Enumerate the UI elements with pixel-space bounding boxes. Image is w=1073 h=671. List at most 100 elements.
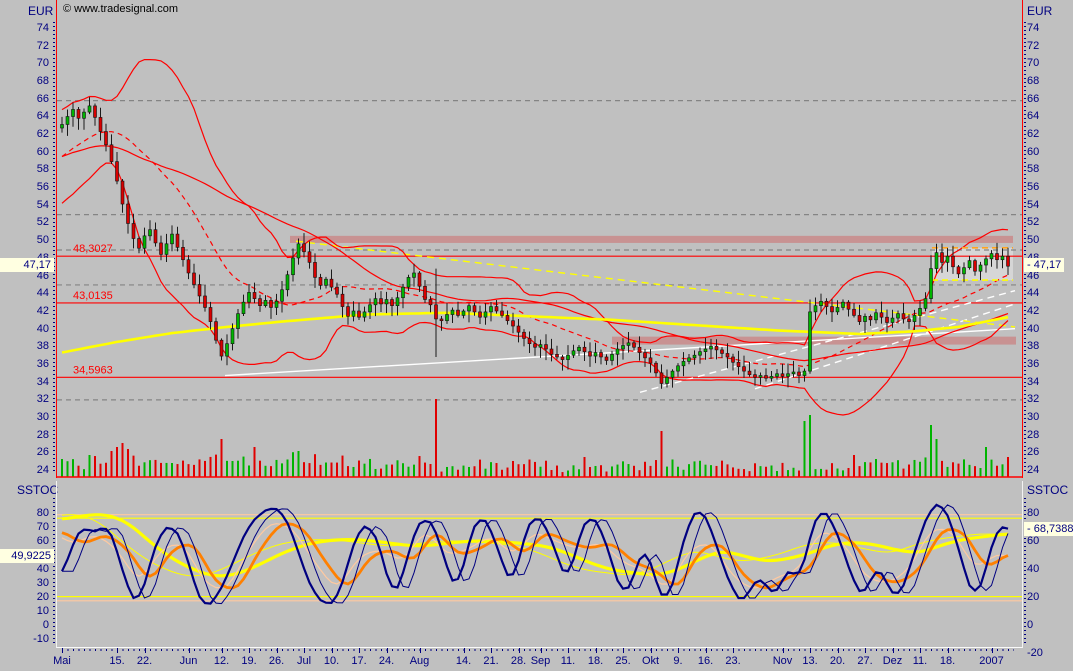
date-axis-minor-ticks bbox=[62, 649, 1014, 651]
volume-bar bbox=[259, 461, 261, 477]
candle-down bbox=[259, 299, 262, 306]
volume-bar bbox=[793, 468, 795, 477]
volume-bar bbox=[358, 461, 360, 477]
volume-bar bbox=[199, 459, 201, 477]
candle-up bbox=[594, 353, 597, 357]
stochastic-chart-area[interactable] bbox=[56, 481, 1023, 648]
candle-down bbox=[743, 367, 746, 371]
candle-down bbox=[655, 363, 658, 373]
volume-bar bbox=[672, 459, 674, 477]
date-major-tick bbox=[189, 648, 190, 653]
candle-up bbox=[622, 345, 625, 349]
axis-tick-label: 44 bbox=[3, 287, 49, 299]
candle-up bbox=[413, 273, 416, 277]
volume-bar bbox=[248, 465, 250, 477]
candle-down bbox=[358, 311, 361, 317]
date-label: Mai bbox=[53, 655, 71, 667]
axis-tick-label: 40 bbox=[3, 563, 49, 575]
candle-down bbox=[341, 294, 344, 306]
date-label: 12. bbox=[214, 655, 229, 667]
axis-tick-label: 32 bbox=[1027, 393, 1073, 405]
date-major-tick bbox=[519, 648, 520, 653]
candle-down bbox=[127, 204, 130, 223]
axis-tick-label: 62 bbox=[3, 128, 49, 140]
candle-down bbox=[330, 279, 333, 287]
volume-bar bbox=[94, 456, 96, 477]
volume-bar bbox=[408, 467, 410, 477]
date-label: 11. bbox=[561, 655, 575, 667]
axis-tick-label: 38 bbox=[3, 340, 49, 352]
candle-up bbox=[913, 315, 916, 321]
volume-bar bbox=[1007, 457, 1009, 477]
candle-up bbox=[402, 287, 405, 298]
volume-bar bbox=[705, 465, 707, 477]
candle-up bbox=[699, 352, 702, 356]
candle-down bbox=[523, 332, 526, 338]
candle-down bbox=[781, 374, 784, 377]
candle-up bbox=[968, 261, 971, 268]
axis-tick-label: 50 bbox=[1027, 234, 1073, 246]
candle-up bbox=[396, 298, 399, 306]
volume-bar bbox=[380, 469, 382, 477]
candle-up bbox=[248, 292, 251, 302]
candle-up bbox=[572, 351, 575, 355]
price-axis-ticks-left bbox=[53, 22, 55, 474]
date-major-tick bbox=[387, 648, 388, 653]
candle-down bbox=[644, 353, 647, 358]
candle-up bbox=[803, 371, 806, 375]
candle-down bbox=[198, 284, 201, 295]
volume-bar bbox=[221, 439, 223, 477]
axis-tick-label: 60 bbox=[3, 146, 49, 158]
volume-bar bbox=[529, 460, 531, 477]
axis-tick-label: 0 bbox=[1027, 619, 1073, 631]
date-label: 18. bbox=[940, 655, 955, 667]
volume-bar bbox=[864, 462, 866, 477]
candle-down bbox=[418, 273, 421, 286]
axis-tick-label: 68 bbox=[3, 75, 49, 87]
candle-up bbox=[704, 349, 707, 352]
volume-bar bbox=[342, 456, 344, 477]
volume-bar bbox=[182, 461, 184, 477]
candle-down bbox=[132, 223, 135, 238]
axis-tick-label: 24 bbox=[3, 464, 49, 476]
date-axis[interactable]: Mai15.22.Jun12.19.26.Jul10.17.24.Aug14.2… bbox=[0, 648, 1073, 671]
candle-up bbox=[567, 355, 570, 359]
volume-bar bbox=[694, 461, 696, 477]
candle-down bbox=[649, 358, 652, 363]
volume-bar bbox=[188, 464, 190, 477]
date-label: 25. bbox=[615, 655, 630, 667]
candle-down bbox=[952, 256, 955, 267]
candle-up bbox=[682, 361, 685, 365]
date-label: 17. bbox=[351, 655, 366, 667]
candle-down bbox=[869, 316, 872, 320]
candle-down bbox=[847, 302, 850, 309]
axis-tick-label: 60 bbox=[3, 535, 49, 547]
volume-bar bbox=[661, 431, 663, 477]
volume-bar bbox=[760, 466, 762, 477]
volume-bar bbox=[644, 462, 646, 477]
candle-up bbox=[539, 345, 542, 348]
volume-bar bbox=[402, 463, 404, 477]
volume-bar bbox=[655, 460, 657, 477]
volume-bar bbox=[556, 466, 558, 477]
date-major-tick bbox=[838, 648, 839, 653]
candle-down bbox=[94, 106, 97, 117]
volume-bar bbox=[567, 471, 569, 477]
date-major-tick bbox=[62, 648, 63, 653]
candle-down bbox=[974, 261, 977, 272]
resistance-zone bbox=[290, 236, 1013, 243]
candle-up bbox=[842, 302, 845, 307]
price-chart-area[interactable]: 48,302743,013534,5963 bbox=[56, 0, 1023, 478]
volume-bar bbox=[457, 470, 459, 477]
candle-down bbox=[209, 307, 212, 321]
candle-up bbox=[275, 301, 278, 307]
volume-bar bbox=[67, 461, 69, 477]
price-axis-title-left: EUR bbox=[28, 4, 53, 18]
volume-bar bbox=[386, 465, 388, 477]
axis-tick-label: 70 bbox=[1027, 57, 1073, 69]
candle-down bbox=[721, 350, 724, 354]
candle-down bbox=[473, 306, 476, 312]
date-major-tick bbox=[541, 648, 542, 653]
volume-bar bbox=[765, 467, 767, 477]
volume-bar bbox=[831, 463, 833, 477]
